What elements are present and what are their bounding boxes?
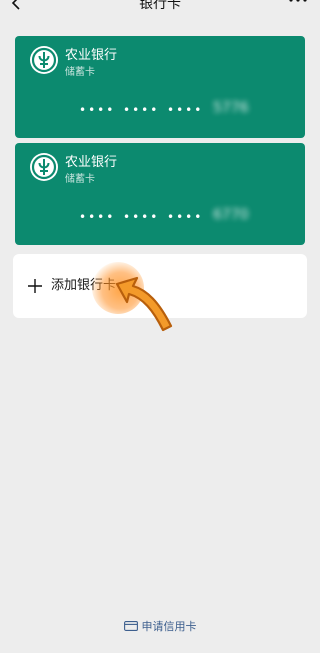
apply-credit-card-link[interactable]: 申请信用卡 [0,619,320,635]
top-bar: 银行卡 [0,0,320,14]
card-number-mask: •••• [167,103,204,117]
bank-name: 农业银行 [65,155,118,170]
card-number-last-digits-blurred: 5776 [213,100,249,116]
card-number-last-digits-blurred: 6770 [213,207,249,223]
card-type: 储蓄卡 [65,174,95,185]
credit-card-icon [123,621,138,631]
page-title: 银行卡 [139,0,181,12]
card-type: 储蓄卡 [65,67,95,78]
plus-icon [28,279,42,293]
card-number-mask: •••• [79,210,116,224]
card-number-mask: •••• [123,103,160,117]
more-icon[interactable] [288,0,308,6]
bank-card[interactable]: 农业银行 储蓄卡 •••• •••• •••• 6770 [15,143,305,245]
abc-bank-logo-icon [30,46,58,74]
card-number-mask: •••• [79,103,116,117]
apply-credit-card-label: 申请信用卡 [141,620,197,633]
card-number-mask: •••• [167,210,204,224]
pointer-arrow-icon [115,276,173,332]
bank-card[interactable]: 农业银行 储蓄卡 •••• •••• •••• 5776 [15,36,305,138]
abc-bank-logo-icon [30,153,58,181]
bank-name: 农业银行 [65,48,118,63]
card-number-mask: •••• [123,210,160,224]
